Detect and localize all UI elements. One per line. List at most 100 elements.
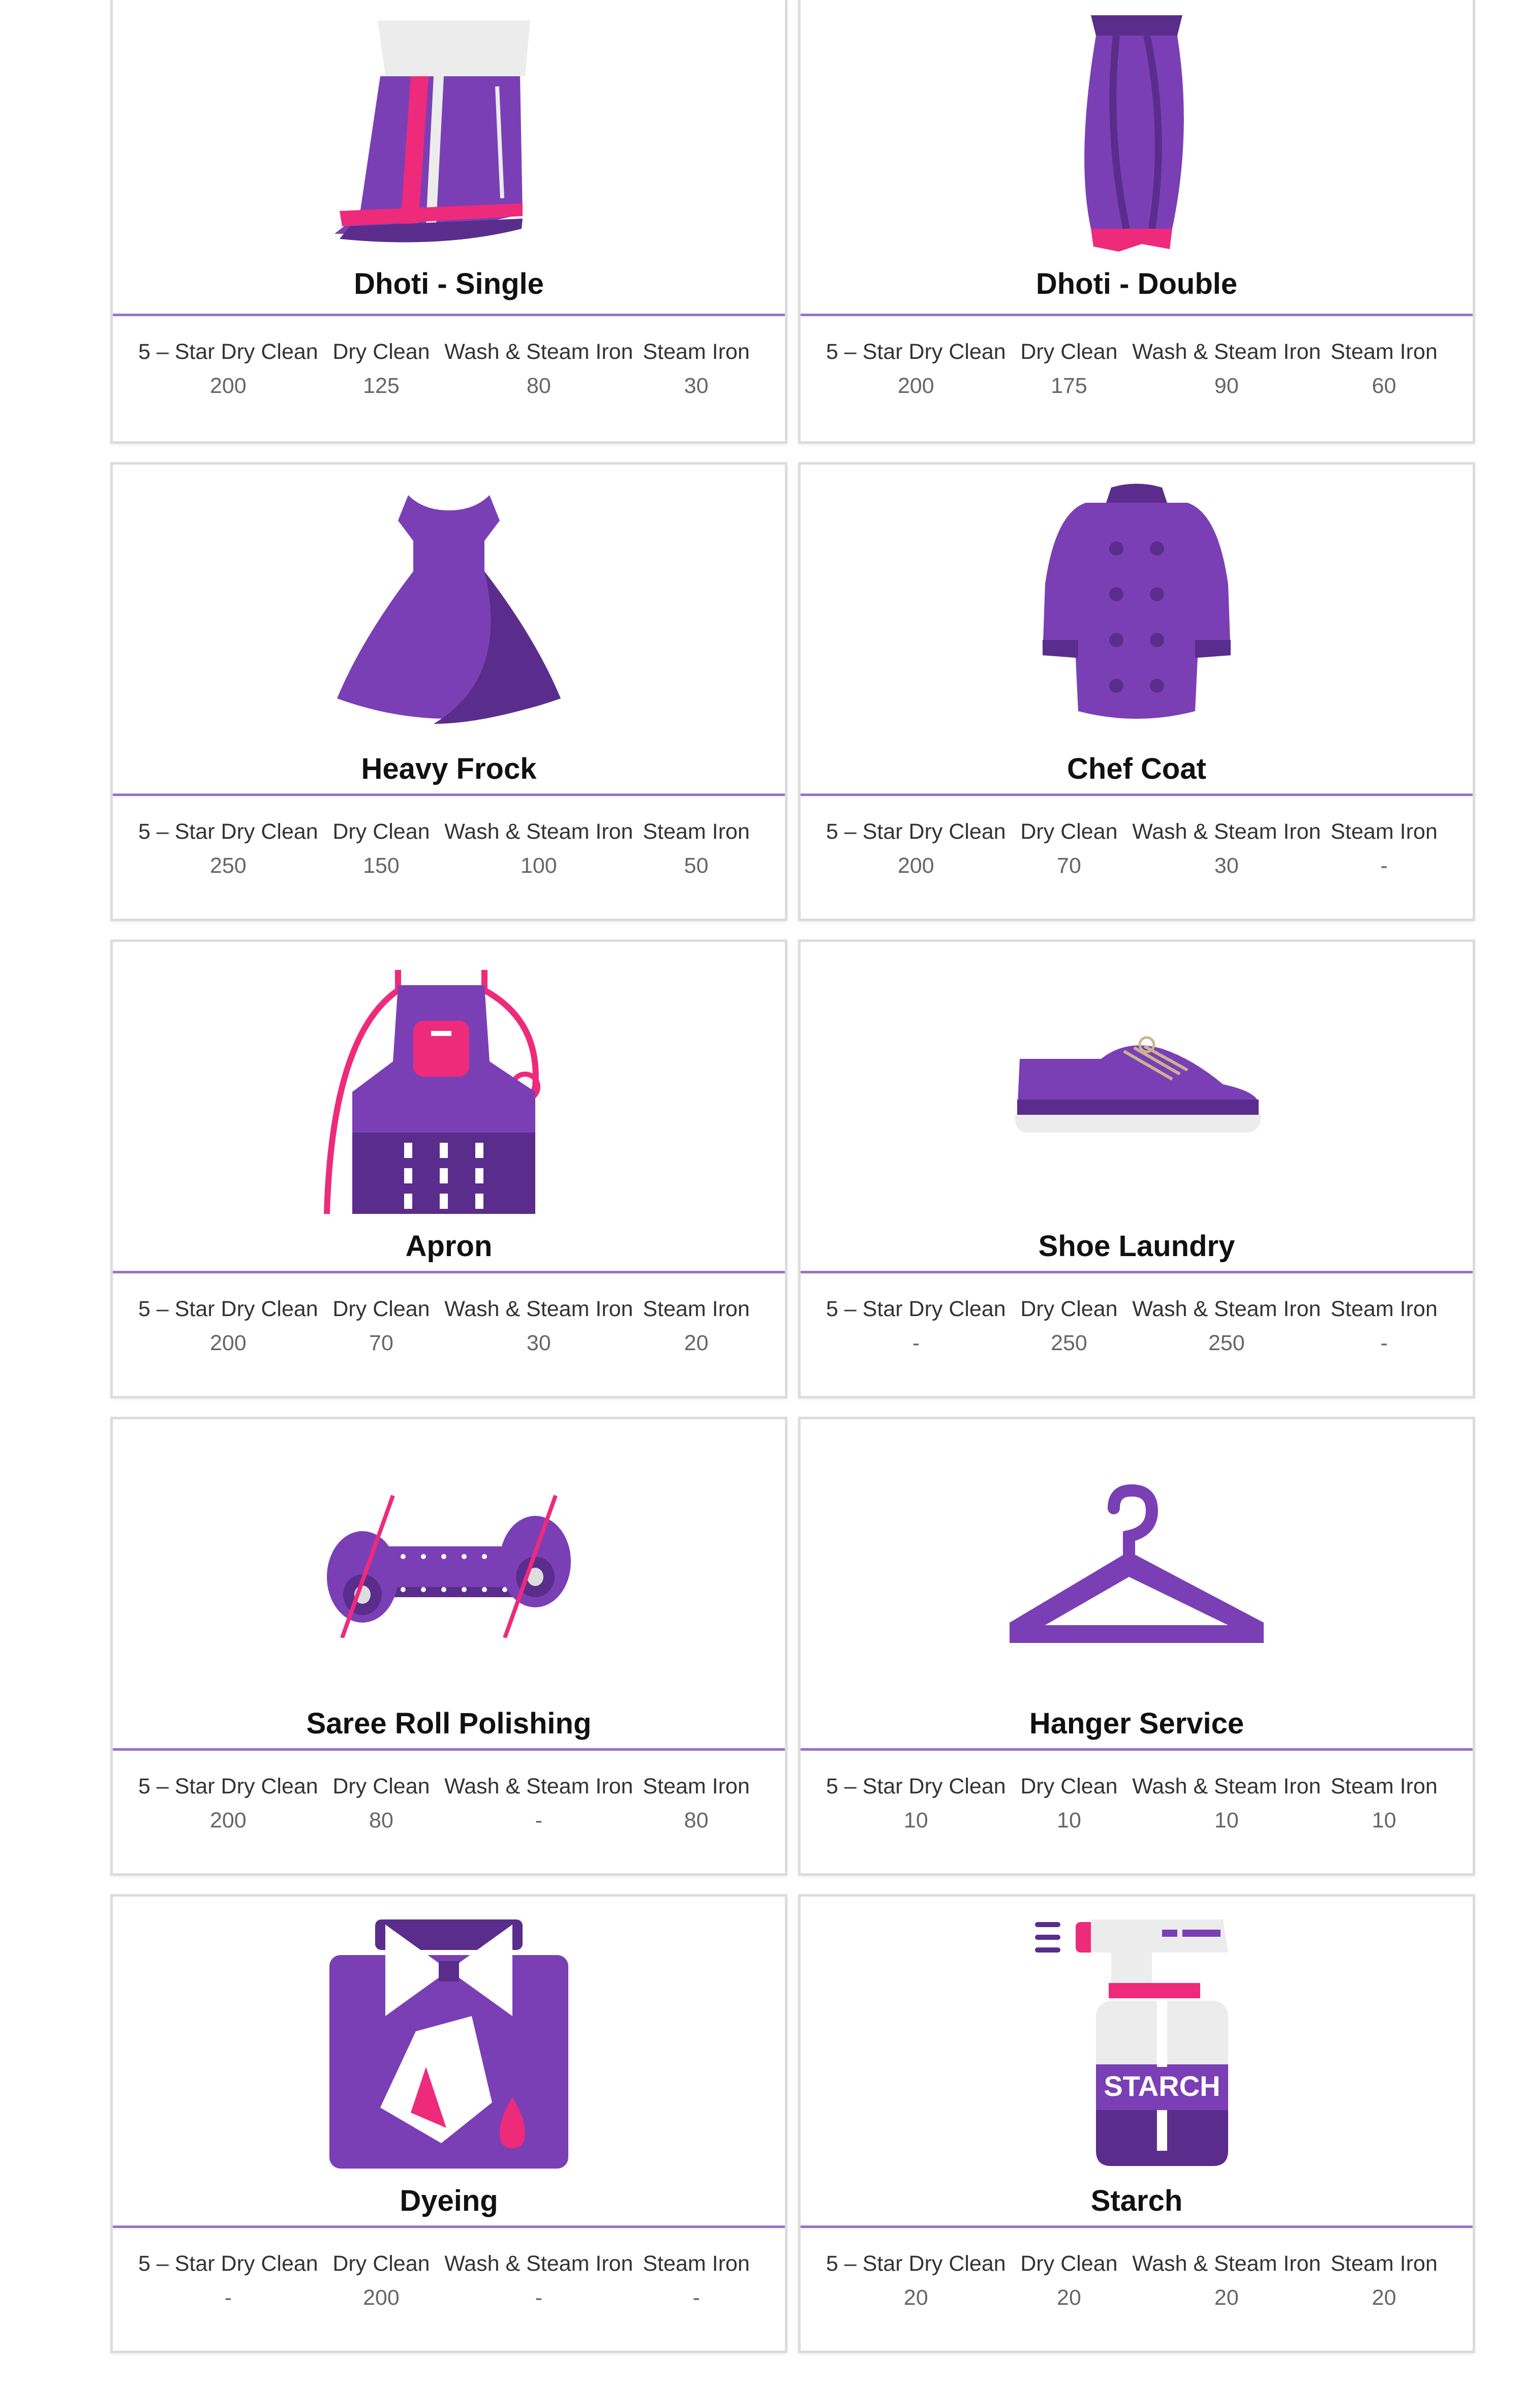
price-table: 5 – Star Dry Clean Dry Clean Wash & Stea…: [138, 2251, 759, 2310]
price-header-dry-clean: Dry Clean: [1020, 2251, 1118, 2276]
price-header-wash-steam: Wash & Steam Iron: [444, 340, 633, 364]
item-title: Saree Roll Polishing: [306, 1707, 592, 1740]
price-card-chef-coat[interactable]: Chef Coat 5 – Star Dry Clean Dry Clean W…: [798, 462, 1475, 921]
price-card-shoe-laundry[interactable]: Shoe Laundry 5 – Star Dry Clean Dry Clea…: [798, 939, 1475, 1398]
apron-icon: [113, 957, 785, 1222]
price-table: 5 – Star Dry Clean Dry Clean Wash & Stea…: [826, 2251, 1447, 2310]
divider: [113, 794, 785, 796]
price-header-dry-clean: Dry Clean: [1020, 340, 1118, 364]
price-card-apron[interactable]: Apron 5 – Star Dry Clean Dry Clean Wash …: [110, 939, 787, 1398]
hanger-icon: [801, 1470, 1473, 1663]
price-card-dhoti-double[interactable]: Dhoti - Double 5 – Star Dry Clean Dry Cl…: [798, 0, 1475, 444]
price-dry-clean: 70: [1057, 854, 1081, 878]
price-steam-iron: 80: [684, 1808, 709, 1833]
divider: [801, 1271, 1473, 1273]
divider: [801, 794, 1473, 796]
price-header-wash-steam: Wash & Steam Iron: [1132, 1774, 1321, 1799]
price-header-5-star: 5 – Star Dry Clean: [826, 2251, 1006, 2276]
price-header-steam-iron: Steam Iron: [643, 1774, 750, 1799]
price-header-wash-steam: Wash & Steam Iron: [1132, 1297, 1321, 1321]
divider: [113, 1748, 785, 1751]
price-wash-steam: 30: [1214, 854, 1239, 878]
item-title: Dhoti - Single: [354, 267, 544, 300]
price-steam-iron: 30: [684, 374, 709, 398]
price-card-starch[interactable]: STARCH Starch 5 – Star Dry Clean Dry Cle…: [798, 1894, 1475, 2353]
starch-bottle-icon: STARCH: [801, 1909, 1473, 2179]
price-5-star: 200: [209, 374, 247, 398]
price-header-5-star: 5 – Star Dry Clean: [826, 1297, 1006, 1321]
divider: [113, 1271, 785, 1273]
saree-roll-icon: [113, 1450, 785, 1673]
price-steam-iron: 20: [1371, 2285, 1396, 2310]
item-title: Dyeing: [400, 2184, 498, 2217]
price-wash-steam: 250: [1208, 1331, 1245, 1355]
price-header-dry-clean: Dry Clean: [332, 819, 430, 844]
price-header-5-star: 5 – Star Dry Clean: [138, 1774, 318, 1799]
price-wash-steam: -: [535, 2285, 542, 2310]
price-5-star: 200: [209, 1808, 247, 1833]
price-header-wash-steam: Wash & Steam Iron: [1132, 340, 1321, 364]
price-header-wash-steam: Wash & Steam Iron: [444, 1297, 633, 1321]
price-card-dyeing[interactable]: Dyeing 5 – Star Dry Clean Dry Clean Wash…: [110, 1894, 787, 2353]
price-dry-clean: 20: [1057, 2285, 1081, 2310]
price-table: 5 – Star Dry Clean Dry Clean Wash & Stea…: [138, 1297, 759, 1356]
price-header-5-star: 5 – Star Dry Clean: [826, 819, 1006, 844]
item-title: Hanger Service: [1029, 1707, 1244, 1740]
price-5-star: 250: [209, 854, 247, 878]
price-dry-clean: 175: [1051, 374, 1087, 398]
price-5-star: 200: [897, 854, 934, 878]
price-card-heavy-frock[interactable]: Heavy Frock 5 – Star Dry Clean Dry Clean…: [110, 462, 787, 921]
price-steam-iron: -: [692, 2285, 700, 2310]
price-card-hanger-service[interactable]: Hanger Service 5 – Star Dry Clean Dry Cl…: [798, 1417, 1475, 1876]
price-wash-steam: -: [535, 1808, 542, 1833]
price-table: 5 – Star Dry Clean Dry Clean Wash & Stea…: [826, 1774, 1447, 1833]
price-steam-iron: 50: [684, 854, 709, 878]
price-5-star: 200: [897, 374, 934, 398]
price-steam-iron: -: [1380, 1331, 1388, 1355]
divider: [801, 2226, 1473, 2228]
price-header-wash-steam: Wash & Steam Iron: [444, 819, 633, 844]
price-steam-iron: 60: [1371, 374, 1396, 398]
frock-icon: [113, 480, 785, 739]
price-header-steam-iron: Steam Iron: [1330, 2251, 1438, 2276]
price-header-5-star: 5 – Star Dry Clean: [138, 2251, 318, 2276]
price-header-dry-clean: Dry Clean: [332, 1297, 430, 1321]
item-title: Starch: [1090, 2184, 1183, 2217]
item-title: Dhoti - Double: [1035, 267, 1238, 300]
price-5-star: 200: [209, 1331, 247, 1355]
price-header-5-star: 5 – Star Dry Clean: [826, 1774, 1006, 1799]
price-dry-clean: 80: [369, 1808, 393, 1833]
price-header-wash-steam: Wash & Steam Iron: [1132, 819, 1321, 844]
price-dry-clean: 150: [363, 854, 400, 878]
price-header-steam-iron: Steam Iron: [1330, 1297, 1438, 1321]
price-card-saree-roll-polishing[interactable]: Saree Roll Polishing 5 – Star Dry Clean …: [110, 1417, 787, 1876]
price-header-wash-steam: Wash & Steam Iron: [444, 2251, 633, 2276]
price-header-dry-clean: Dry Clean: [332, 2251, 430, 2276]
price-dry-clean: 10: [1057, 1808, 1081, 1833]
dhoti-double-icon: [801, 0, 1473, 264]
starch-label: STARCH: [1104, 2070, 1220, 2102]
item-title: Heavy Frock: [361, 752, 537, 785]
dyeing-icon: [113, 1912, 785, 2176]
price-wash-steam: 30: [526, 1331, 551, 1355]
price-5-star: -: [912, 1331, 920, 1355]
item-title: Apron: [405, 1230, 493, 1263]
price-header-wash-steam: Wash & Steam Iron: [444, 1774, 633, 1799]
price-header-dry-clean: Dry Clean: [1020, 1297, 1118, 1321]
price-header-5-star: 5 – Star Dry Clean: [138, 340, 318, 364]
price-card-dhoti-single[interactable]: Dhoti - Single 5 – Star Dry Clean Dry Cl…: [110, 0, 787, 444]
price-header-dry-clean: Dry Clean: [1020, 1774, 1118, 1799]
price-table: 5 – Star Dry Clean Dry Clean Wash & Stea…: [826, 1297, 1447, 1356]
price-wash-steam: 100: [520, 854, 557, 878]
price-header-steam-iron: Steam Iron: [1330, 340, 1438, 364]
price-header-steam-iron: Steam Iron: [1330, 1774, 1438, 1799]
price-header-5-star: 5 – Star Dry Clean: [826, 340, 1006, 364]
price-table: 5 – Star Dry Clean Dry Clean Wash & Stea…: [826, 340, 1447, 399]
price-wash-steam: 10: [1214, 1808, 1239, 1833]
price-wash-steam: 90: [1214, 374, 1239, 398]
price-5-star: 20: [903, 2285, 928, 2310]
price-dry-clean: 200: [363, 2285, 400, 2310]
price-header-5-star: 5 – Star Dry Clean: [138, 1297, 318, 1321]
price-table: 5 – Star Dry Clean Dry Clean Wash & Stea…: [138, 340, 759, 399]
price-header-steam-iron: Steam Iron: [1330, 819, 1438, 844]
